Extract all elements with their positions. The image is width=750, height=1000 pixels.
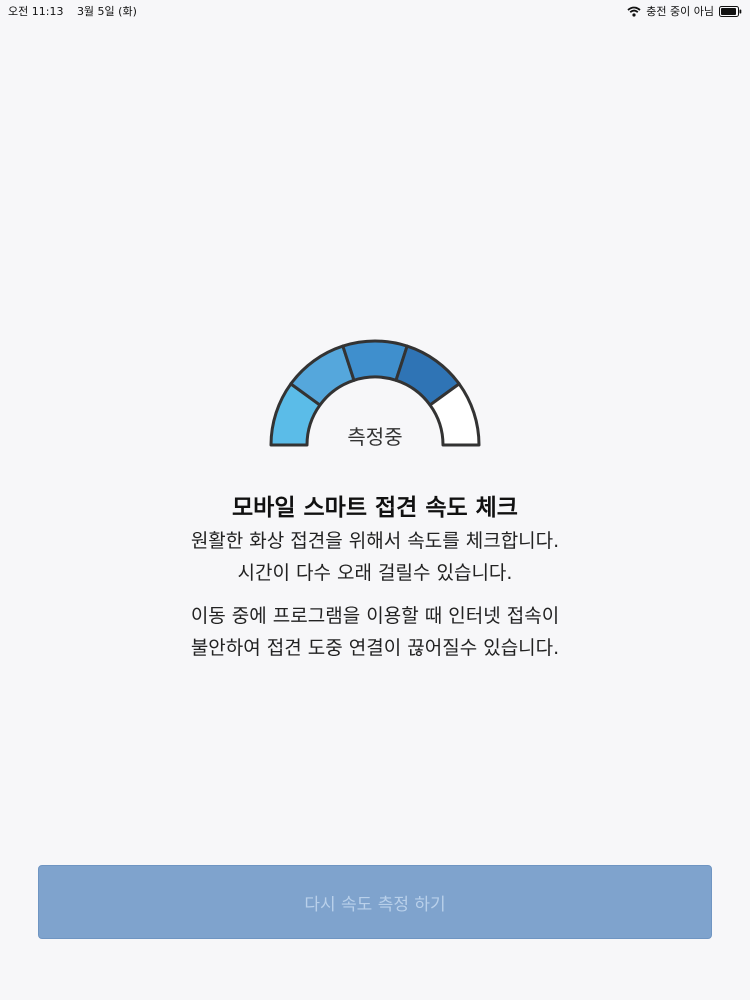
description-block-1: 원활한 화상 접견을 위해서 속도를 체크합니다. 시간이 다수 오래 걸릴수 … — [0, 525, 750, 589]
status-right: 충전 중이 아님 — [627, 3, 742, 19]
status-time: 오전 11:13 — [8, 5, 64, 18]
description-line: 원활한 화상 접견을 위해서 속도를 체크합니다. — [190, 530, 560, 552]
speed-gauge: 측정중 — [265, 335, 485, 450]
description-line: 시간이 다수 오래 걸릴수 있습니다. — [237, 562, 513, 584]
gauge-label: 측정중 — [347, 425, 403, 449]
charging-status: 충전 중이 아님 — [646, 5, 714, 18]
description-line: 이동 중에 프로그램을 이용할 때 인터넷 접속이 — [190, 605, 560, 627]
retry-speed-test-button[interactable]: 다시 속도 측정 하기 — [38, 865, 712, 939]
status-left: 오전 11:13 3월 5일 (화) — [8, 3, 137, 19]
page-title: 모바일 스마트 접견 속도 체크 — [232, 495, 518, 521]
wifi-icon — [627, 6, 641, 17]
status-date: 3월 5일 (화) — [76, 5, 137, 18]
status-bar: 오전 11:13 3월 5일 (화) 충전 중이 아님 — [0, 0, 750, 20]
description-line: 불안하여 접견 도중 연결이 끊어질수 있습니다. — [190, 637, 560, 659]
description-block-2: 이동 중에 프로그램을 이용할 때 인터넷 접속이 불안하여 접견 도중 연결이… — [0, 600, 750, 664]
battery-icon — [719, 5, 742, 17]
